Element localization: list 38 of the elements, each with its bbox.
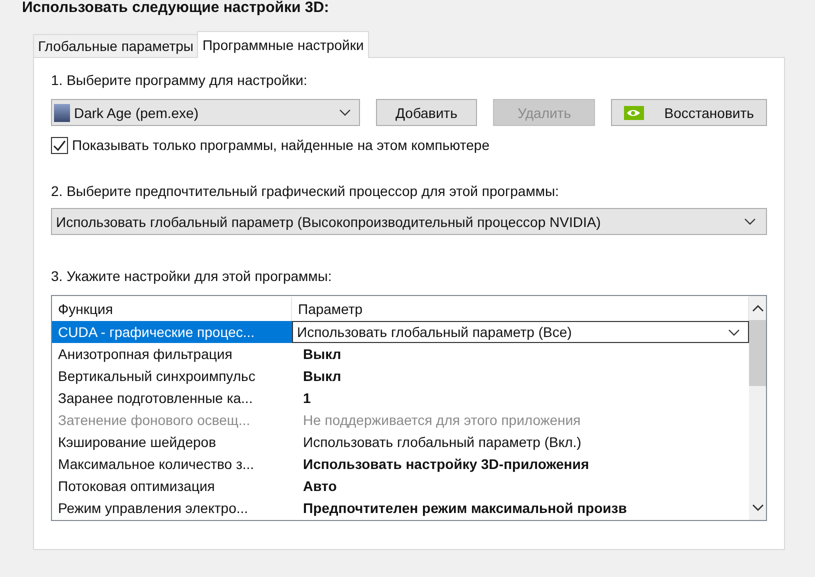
scroll-down-icon[interactable] — [752, 504, 764, 511]
setting-name[interactable]: Вертикальный синхроимпульс — [52, 365, 292, 387]
scroll-up-icon[interactable] — [752, 305, 764, 312]
action-button[interactable]: Добавить — [376, 99, 478, 126]
step-label: 1. Выберите программу для настройки: — [51, 71, 308, 89]
restore-button[interactable]: Восстановить — [611, 99, 767, 126]
setting-name[interactable]: Потоковая оптимизация — [52, 475, 292, 497]
step-label: 3. Укажите настройки для этой программы: — [51, 267, 333, 285]
checkbox-label: Показывать только программы, найденные на этом компьютере — [72, 136, 490, 154]
step-label: 2. Выберите предпочтительный графический процессор для этой программы: — [51, 182, 560, 200]
setting-value: Использовать глобальный параметр (Вкл.) — [302, 433, 582, 452]
tab[interactable]: Глобальные параметры — [33, 34, 198, 57]
setting-value: 1 — [302, 389, 312, 408]
setting-value: Выкл — [302, 345, 342, 364]
app-icon — [54, 104, 70, 122]
value-dropdown[interactable]: Использовать глобальный параметр (Все) — [292, 321, 749, 343]
setting-name[interactable]: Режим управления электро... — [52, 497, 292, 519]
setting-name[interactable]: Кэширование шейдеров — [52, 431, 292, 453]
scrollbar[interactable] — [749, 296, 766, 520]
section-heading: Использовать следующие настройки 3D: — [22, 0, 330, 15]
chevron-down-icon — [728, 328, 740, 336]
gpu-dropdown[interactable]: Использовать глобальный параметр (Высокопроизводительный процессор NVIDIA) — [51, 208, 767, 235]
setting-name[interactable]: Анизотропная фильтрация — [52, 343, 292, 365]
tab[interactable]: Программные настройки — [197, 31, 369, 58]
setting-name[interactable]: Максимальное количество з... — [52, 453, 292, 475]
chevron-down-icon — [744, 218, 756, 225]
setting-name[interactable]: CUDA - графические процес... — [52, 321, 292, 343]
scroll-thumb[interactable] — [749, 320, 766, 386]
setting-value: Не поддерживается для этого приложения — [302, 411, 582, 430]
eye-logo-icon — [624, 106, 644, 120]
setting-value: Выкл — [302, 367, 342, 386]
setting-name[interactable]: Заранее подготовленные ка... — [52, 387, 292, 409]
chevron-down-icon — [338, 109, 351, 116]
checkbox[interactable] — [51, 136, 68, 154]
setting-value: Предпочтителен режим максимальной произв — [302, 499, 628, 518]
setting-value: Использовать настройку 3D-приложения — [302, 455, 590, 474]
program-dropdown[interactable]: Dark Age (pem.exe) — [51, 99, 360, 126]
setting-value: Авто — [302, 477, 338, 496]
